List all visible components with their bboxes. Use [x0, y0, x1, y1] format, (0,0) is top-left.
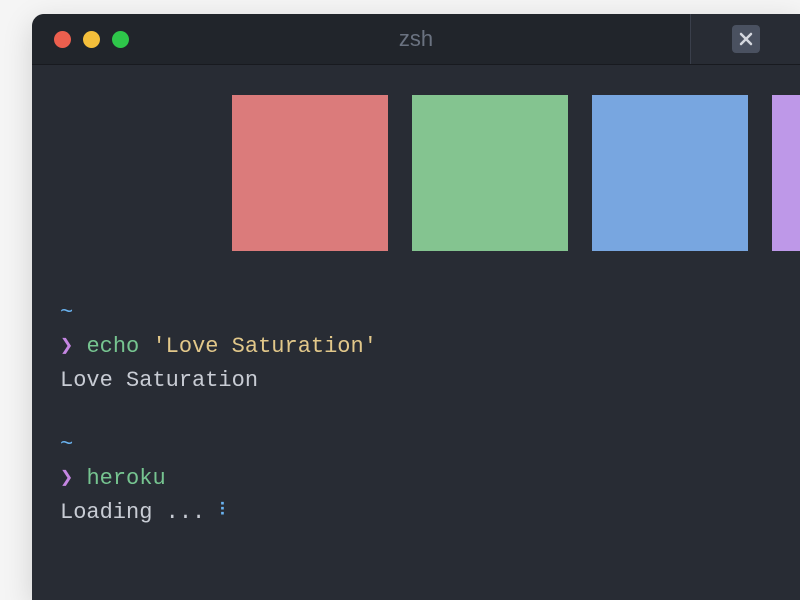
traffic-lights [32, 31, 129, 48]
command-block: ~ ❯ echo 'Love Saturation' Love Saturati… [60, 296, 800, 398]
loading-spinner-icon: ⠇ [218, 499, 229, 527]
terminal-content: ~ ❯ echo 'Love Saturation' Love Saturati… [32, 296, 800, 531]
tab-area [690, 14, 800, 64]
terminal-window: zsh ~ ❯ echo [32, 14, 800, 600]
minimize-window-button[interactable] [83, 31, 100, 48]
command-name: echo [86, 334, 139, 359]
close-tab-button[interactable] [732, 25, 760, 53]
window-title: zsh [32, 26, 800, 52]
cwd-indicator: ~ [60, 432, 73, 457]
prompt-symbol: ❯ [60, 334, 73, 359]
close-window-button[interactable] [54, 31, 71, 48]
command-output: Loading ... [60, 500, 205, 525]
maximize-window-button[interactable] [112, 31, 129, 48]
terminal-body[interactable]: ~ ❯ echo 'Love Saturation' Love Saturati… [32, 65, 800, 531]
command-argument: 'Love Saturation' [152, 334, 376, 359]
prompt-symbol: ❯ [60, 466, 73, 491]
titlebar: zsh [32, 14, 800, 65]
command-output: Love Saturation [60, 364, 800, 398]
swatch-blue [592, 95, 748, 251]
cwd-indicator: ~ [60, 300, 73, 325]
swatch-red [232, 95, 388, 251]
command-block: ~ ❯ heroku Loading ... ⠇ [60, 428, 800, 530]
swatch-green [412, 95, 568, 251]
swatch-purple [772, 95, 800, 251]
command-name: heroku [86, 466, 165, 491]
color-swatches [32, 65, 800, 296]
close-icon [738, 31, 754, 47]
